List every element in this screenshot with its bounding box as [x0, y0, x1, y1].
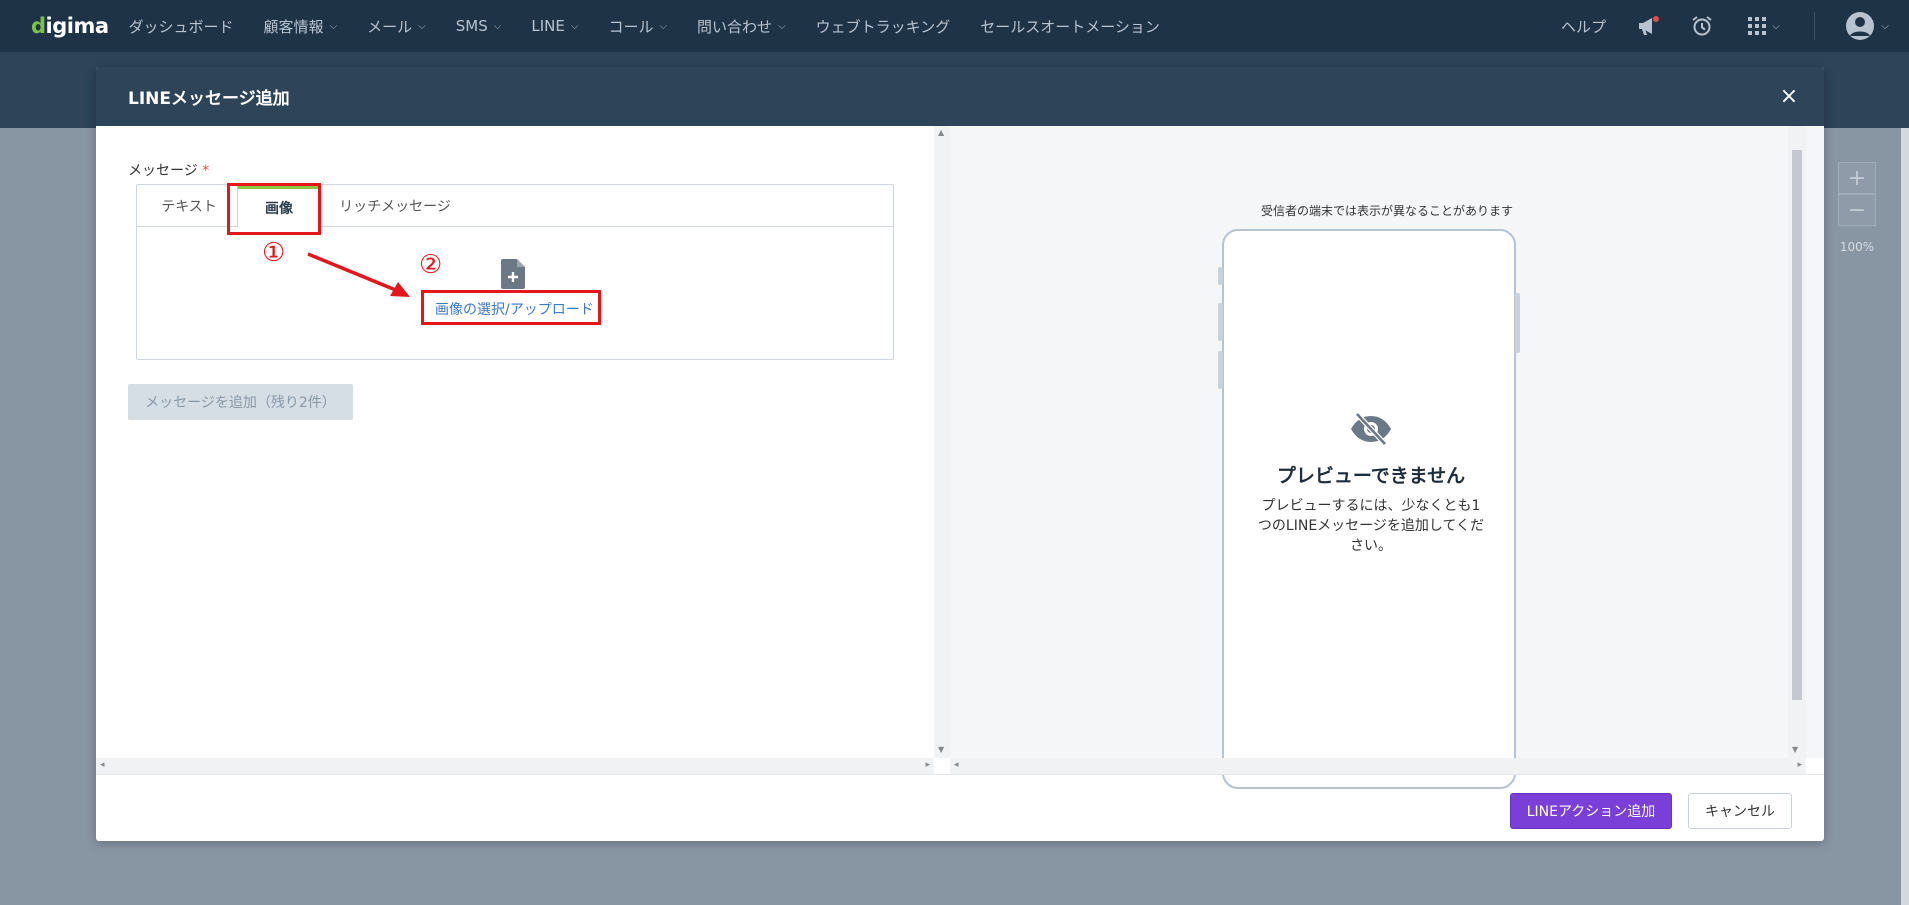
- tab-rich-message[interactable]: リッチメッセージ: [325, 185, 465, 226]
- scrollbar-thumb[interactable]: [1792, 150, 1802, 700]
- alarm-clock-icon[interactable]: [1690, 14, 1714, 38]
- scroll-left-arrow-icon[interactable]: ◂: [954, 760, 959, 770]
- scroll-right-arrow-icon[interactable]: ▸: [925, 760, 930, 770]
- scroll-up-arrow-icon[interactable]: ▲: [938, 128, 944, 137]
- nav-item-web-tracking[interactable]: ウェブトラッキング: [816, 16, 951, 37]
- background-zoom-control: + − 100%: [1838, 162, 1876, 254]
- editor-scrollbar[interactable]: ▲ ▼: [934, 126, 950, 758]
- required-mark: *: [202, 163, 210, 179]
- phone-side-button: [1218, 267, 1223, 285]
- no-preview-title: プレビューできません: [1276, 465, 1466, 487]
- nav-item-sales-automation[interactable]: セールスオートメーション: [980, 16, 1160, 37]
- tab-text[interactable]: テキスト: [145, 185, 233, 226]
- message-editor-pane: メッセージ * テキスト 画像 リッチメッセージ 画像の選択/アップロード メッ…: [96, 126, 934, 758]
- chevron-down-icon: ⌵: [493, 20, 502, 32]
- scroll-left-arrow-icon[interactable]: ◂: [100, 760, 105, 770]
- line-message-modal: LINEメッセージ追加 × メッセージ * テキスト 画像 リッチメッセージ 画…: [96, 67, 1824, 841]
- phone-side-button: [1515, 293, 1520, 353]
- eye-slash-icon: [1351, 412, 1391, 446]
- preview-scrollbar[interactable]: ▼: [1788, 126, 1806, 758]
- scroll-right-arrow-icon[interactable]: ▸: [1797, 760, 1802, 770]
- nav-item-inquiries[interactable]: 問い合わせ ⌵: [697, 16, 786, 37]
- phone-side-button: [1218, 351, 1223, 389]
- digima-logo[interactable]: digima: [31, 14, 109, 38]
- message-field-label: メッセージ *: [128, 163, 210, 179]
- help-link[interactable]: ヘルプ: [1561, 16, 1606, 37]
- nav-divider: [1814, 12, 1815, 40]
- zoom-level: 100%: [1839, 240, 1875, 254]
- page-scrollbar[interactable]: [1901, 128, 1909, 905]
- preview-pane: 受信者の端末では表示が異なることがあります プレビューできません プレビューする…: [950, 126, 1824, 789]
- apps-grid-icon[interactable]: ⌵: [1744, 14, 1784, 38]
- chevron-down-icon: ⌵: [329, 20, 338, 32]
- nav-item-line[interactable]: LINE ⌵: [531, 17, 578, 35]
- annotation-step-2: ②: [419, 250, 443, 280]
- modal-footer: LINEアクション追加 キャンセル: [96, 774, 1824, 841]
- chevron-down-icon: ⌵: [778, 20, 786, 32]
- chevron-down-icon: ⌵: [570, 20, 579, 32]
- no-preview-text: プレビューするには、少なくとも1つのLINEメッセージを追加してください。: [1257, 498, 1485, 554]
- nav-item-mail[interactable]: メール ⌵: [367, 16, 426, 37]
- nav-item-sms[interactable]: SMS ⌵: [456, 17, 502, 35]
- editor-horizontal-scrollbar[interactable]: ◂ ▸: [96, 758, 934, 774]
- scroll-down-arrow-icon[interactable]: ▼: [938, 745, 944, 754]
- annotation-step-1: ①: [262, 238, 286, 268]
- modal-title: LINEメッセージ追加: [128, 89, 290, 109]
- annotation-arrow: [307, 252, 410, 297]
- add-message-button[interactable]: メッセージを追加（残り2件）: [128, 384, 353, 420]
- zoom-out-button[interactable]: −: [1838, 194, 1876, 226]
- chevron-down-icon: ⌵: [1772, 20, 1780, 32]
- scroll-down-arrow-icon[interactable]: ▼: [1792, 745, 1798, 754]
- phone-preview-frame: プレビューできません プレビューするには、少なくとも1つのLINEメッセージを追…: [1218, 229, 1520, 789]
- preview-notice: 受信者の端末では表示が異なることがあります: [1260, 204, 1513, 218]
- user-avatar-icon[interactable]: ⌵: [1845, 12, 1889, 40]
- cancel-button[interactable]: キャンセル: [1688, 793, 1792, 829]
- zoom-in-button[interactable]: +: [1838, 162, 1876, 194]
- nav-item-dashboard[interactable]: ダッシュボード: [129, 16, 234, 37]
- top-navigation: digima ダッシュボード 顧客情報 ⌵ メール ⌵ SMS ⌵ LINE ⌵ コール…: [0, 0, 1909, 52]
- close-icon[interactable]: ×: [1776, 83, 1802, 109]
- nav-item-customers[interactable]: 顧客情報 ⌵: [264, 16, 338, 37]
- annotation-box-image-tab: [227, 183, 321, 235]
- phone-side-button: [1218, 303, 1223, 341]
- chevron-down-icon: ⌵: [659, 20, 668, 32]
- annotation-box-upload-link: [421, 290, 601, 325]
- file-add-icon[interactable]: [501, 259, 525, 289]
- modal-header: LINEメッセージ追加 ×: [96, 67, 1824, 126]
- no-preview-message: プレビューできません プレビューするには、少なくとも1つのLINEメッセージを追…: [1224, 411, 1518, 556]
- preview-horizontal-scrollbar[interactable]: ◂ ▸: [950, 758, 1806, 774]
- nav-item-call[interactable]: コール ⌵: [608, 16, 667, 37]
- add-line-action-button[interactable]: LINEアクション追加: [1510, 793, 1672, 829]
- megaphone-icon[interactable]: [1636, 14, 1660, 38]
- notification-dot: [1653, 16, 1659, 22]
- chevron-down-icon: ⌵: [418, 20, 426, 32]
- chevron-down-icon: ⌵: [1881, 20, 1889, 32]
- nav-right-tools: ヘルプ ⌵ ⌵: [1561, 0, 1889, 52]
